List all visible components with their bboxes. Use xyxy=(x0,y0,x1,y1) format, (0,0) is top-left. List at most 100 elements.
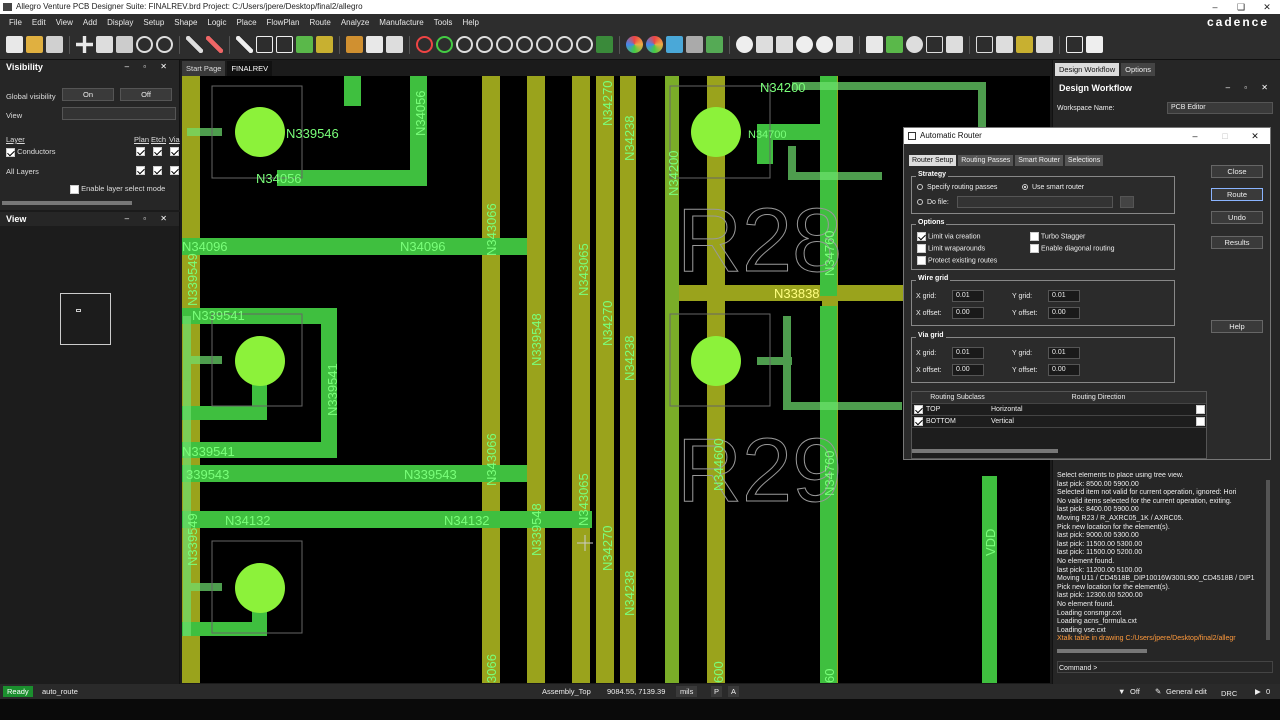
conductors-expand-checkbox[interactable] xyxy=(6,147,15,157)
menu-route[interactable]: Route xyxy=(304,18,335,27)
undo-icon[interactable] xyxy=(136,36,153,53)
menu-tools[interactable]: Tools xyxy=(429,18,458,27)
help-button[interactable]: Help xyxy=(1211,320,1263,333)
tab-finalrev[interactable]: FINALREV xyxy=(227,61,273,76)
conductors-via-checkbox[interactable] xyxy=(170,147,179,156)
zoom-world-icon[interactable] xyxy=(496,36,513,53)
via-x-offset-input[interactable]: 0.00 xyxy=(952,364,984,376)
via-x-grid-input[interactable]: 0.01 xyxy=(952,347,984,359)
refresh-icon[interactable] xyxy=(576,36,593,53)
menu-logic[interactable]: Logic xyxy=(202,18,231,27)
undo-button[interactable]: Undo xyxy=(1211,211,1263,224)
status-filter[interactable]: Off xyxy=(1130,684,1140,699)
panel-controls[interactable]: – ▫ ✕ xyxy=(125,212,173,226)
workspace-select[interactable]: PCB Editor xyxy=(1167,102,1273,114)
dim-icon[interactable] xyxy=(816,36,833,53)
do-file-input[interactable] xyxy=(957,196,1113,208)
status-absolute-button[interactable]: A xyxy=(728,686,740,697)
text-edit-icon[interactable] xyxy=(276,36,293,53)
zoom-center-icon[interactable] xyxy=(536,36,553,53)
wire-x-offset-input[interactable]: 0.00 xyxy=(952,307,984,319)
table-row[interactable]: TOP Horizontal xyxy=(912,404,1206,416)
view-select[interactable] xyxy=(62,107,176,120)
router-maximize-button[interactable]: □ xyxy=(1210,128,1240,144)
tab-routing-passes[interactable]: Routing Passes xyxy=(958,155,1014,166)
save-icon[interactable] xyxy=(46,36,63,53)
wire-y-grid-input[interactable]: 0.01 xyxy=(1048,290,1080,302)
menu-flowplan[interactable]: FlowPlan xyxy=(262,18,305,27)
layers-icon[interactable] xyxy=(666,36,683,53)
pin-icon[interactable] xyxy=(186,36,203,53)
zoom-prev-icon[interactable] xyxy=(516,36,533,53)
color-icon[interactable] xyxy=(626,36,643,53)
table-scrollbar[interactable] xyxy=(912,449,1058,453)
panel-controls[interactable]: – ▫ ✕ xyxy=(1226,81,1274,95)
void-icon[interactable] xyxy=(906,36,923,53)
stackup-icon[interactable] xyxy=(996,36,1013,53)
fill-shape-icon[interactable] xyxy=(886,36,903,53)
top-layer-checkbox[interactable] xyxy=(913,404,923,414)
delete-icon[interactable] xyxy=(116,36,133,53)
protect-routes-checkbox[interactable] xyxy=(917,256,926,265)
router-minimize-button[interactable]: – xyxy=(1180,128,1210,144)
specify-passes-radio[interactable] xyxy=(917,184,923,191)
via-y-offset-input[interactable]: 0.00 xyxy=(1048,364,1080,376)
tab-selections[interactable]: Selections xyxy=(1064,155,1104,166)
table-row[interactable]: BOTTOM Vertical xyxy=(912,416,1206,428)
component-icon[interactable] xyxy=(296,36,313,53)
tab-start-page[interactable]: Start Page xyxy=(182,61,226,76)
autorouter-icon[interactable] xyxy=(1086,36,1103,53)
menu-view[interactable]: View xyxy=(51,18,78,27)
shape-edit-icon[interactable] xyxy=(946,36,963,53)
global-visibility-off-button[interactable]: Off xyxy=(120,88,172,101)
conductors-etch-checkbox[interactable] xyxy=(153,147,162,156)
menu-file[interactable]: File xyxy=(4,18,27,27)
unpin-icon[interactable] xyxy=(206,36,223,53)
status-active-layer[interactable]: Assembly_Top xyxy=(542,684,591,699)
console-scrollbar[interactable] xyxy=(1057,649,1147,653)
route-button[interactable]: Route xyxy=(1211,188,1263,201)
shape-icon[interactable] xyxy=(866,36,883,53)
conductors-plan-checkbox[interactable] xyxy=(136,147,145,156)
tab-design-workflow[interactable]: Design Workflow xyxy=(1055,63,1120,76)
wire-x-grid-input[interactable]: 0.01 xyxy=(952,290,984,302)
results-button[interactable]: Results xyxy=(1211,236,1263,249)
brightness-icon[interactable] xyxy=(796,36,813,53)
redo-icon[interactable] xyxy=(156,36,173,53)
flip-icon[interactable] xyxy=(836,36,853,53)
status-units[interactable]: mils xyxy=(676,686,698,697)
menu-manufacture[interactable]: Manufacture xyxy=(374,18,428,27)
menu-display[interactable]: Display xyxy=(102,18,138,27)
turbo-stagger-checkbox[interactable] xyxy=(1030,232,1039,241)
close-button[interactable]: Close xyxy=(1211,165,1263,178)
text-icon[interactable] xyxy=(256,36,273,53)
tab-router-setup[interactable]: Router Setup xyxy=(909,155,957,166)
drc-icon[interactable] xyxy=(416,36,433,53)
menu-edit[interactable]: Edit xyxy=(27,18,51,27)
do-file-browse-button[interactable] xyxy=(1120,196,1134,208)
filter-icon[interactable]: ▼ xyxy=(1118,684,1125,699)
color-palette-icon[interactable] xyxy=(646,36,663,53)
command-input[interactable] xyxy=(1057,661,1273,673)
limit-wraparounds-checkbox[interactable] xyxy=(917,244,926,253)
maximize-button[interactable]: ❑ xyxy=(1228,0,1254,14)
console-vscrollbar[interactable] xyxy=(1266,480,1270,640)
do-file-radio[interactable] xyxy=(917,199,923,206)
use-smart-router-radio[interactable] xyxy=(1022,184,1028,191)
menu-setup[interactable]: Setup xyxy=(138,18,169,27)
copy-icon[interactable] xyxy=(96,36,113,53)
enable-layer-select-checkbox[interactable] xyxy=(70,184,79,194)
menu-shape[interactable]: Shape xyxy=(169,18,202,27)
open-icon[interactable] xyxy=(26,36,43,53)
visibility-scrollbar[interactable] xyxy=(2,201,132,205)
visibility-icon[interactable] xyxy=(736,36,753,53)
world-view-board-outline[interactable] xyxy=(60,293,111,345)
bottom-row-checkbox[interactable] xyxy=(1196,417,1205,426)
wire-y-offset-input[interactable]: 0.00 xyxy=(1048,307,1080,319)
tab-smart-router[interactable]: Smart Router xyxy=(1015,155,1063,166)
top-row-checkbox[interactable] xyxy=(1196,405,1205,414)
new-icon[interactable] xyxy=(6,36,23,53)
diagonal-routing-checkbox[interactable] xyxy=(1030,244,1039,253)
via-y-grid-input[interactable]: 0.01 xyxy=(1048,347,1080,359)
line-icon[interactable] xyxy=(236,36,253,53)
